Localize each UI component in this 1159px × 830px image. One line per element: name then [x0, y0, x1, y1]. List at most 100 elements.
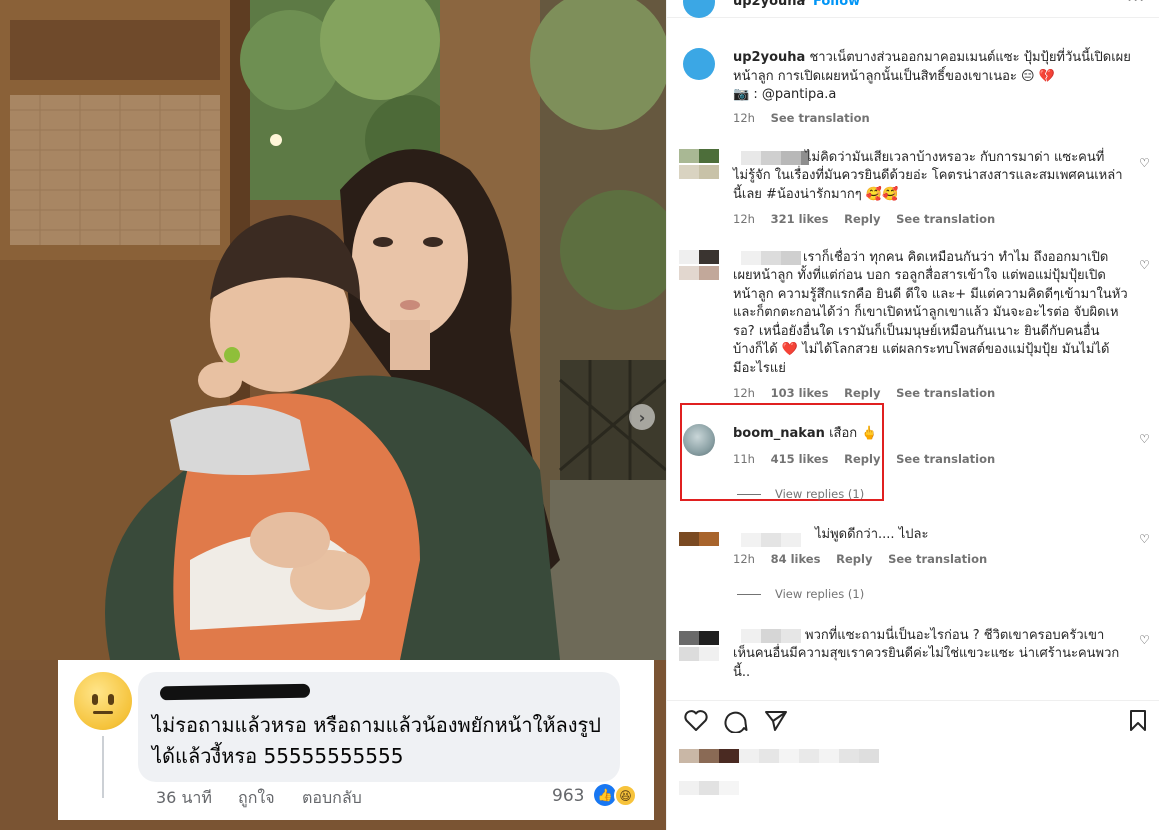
overlay-comment-time: 36 นาที — [156, 788, 212, 807]
overlay-comment-line: ไม่รอถามแล้วหรอ หรือถามแล้วน้องพยักหน้าใ… — [152, 713, 601, 737]
comment-line: มีอะไรแย่ — [733, 360, 786, 376]
see-translation-link[interactable]: See translation — [771, 111, 870, 125]
comment-text: boom_nakan เสือก 🖕 — [733, 425, 1113, 444]
heart-icon[interactable]: ♡ — [1139, 532, 1150, 546]
redacted-username — [741, 629, 801, 643]
caption-meta: 12h See translation — [733, 111, 882, 125]
overlay-comment-card: ไม่รอถามแล้วหรอ หรือถามแล้วน้องพยักหน้าใ… — [58, 660, 654, 820]
see-translation-link[interactable]: See translation — [896, 212, 995, 226]
reply-link[interactable]: Reply — [836, 552, 872, 566]
caption-time: 12h — [733, 111, 755, 125]
comment-icon[interactable] — [723, 709, 749, 733]
see-translation-link[interactable]: See translation — [888, 552, 987, 566]
overlay-reaction-count: 963 — [552, 786, 585, 806]
comment-line: เราก็เชื่อว่า ทุกคน คิดเหมือนกันว่า ทำไม… — [803, 250, 1109, 265]
comment-line: นี้.. — [733, 664, 751, 680]
comment-text: เห็นคนอื่นมีความสุขเราควรยินดีค่ะไม่ใช่แ… — [733, 645, 1143, 682]
commenter-avatar[interactable] — [683, 424, 715, 456]
comment-meta: 12h 321 likes Reply See translation — [733, 212, 1007, 226]
comment-time: 12h — [733, 552, 755, 566]
comment-meta: 12h 84 likes Reply See translation — [733, 552, 999, 566]
comment-line: ไม่รู้จัก ในเรื่องที่มันควรยินดีด้วยอ่ะ … — [733, 168, 1123, 183]
pixelated-avatar — [679, 149, 719, 163]
redacted-timestamp — [679, 781, 739, 795]
comment-line: เห็นคนอื่นมีความสุขเราควรยินดีค่ะไม่ใช่แ… — [733, 646, 1120, 661]
pixelated-avatar — [679, 250, 719, 264]
overlay-like-link[interactable]: ถูกใจ — [238, 786, 275, 811]
view-replies-button[interactable]: View replies (1) — [737, 487, 864, 501]
overlay-reply-link[interactable]: ตอบกลับ — [302, 786, 362, 811]
caption-credit: 📷 : @pantipa.a — [733, 87, 837, 102]
comment-line: เสือก 🖕 — [829, 426, 878, 441]
comment-line: รอ? เหนื่อยังอื่นใด เรามันก็เป็นมนุษย์เห… — [733, 323, 1100, 339]
reply-link[interactable]: Reply — [844, 452, 880, 466]
comment-text: ไม่รู้จัก ในเรื่องที่มันควรยินดีด้วยอ่ะ … — [733, 167, 1143, 204]
commenter-username[interactable]: boom_nakan — [733, 426, 825, 441]
caption-line: ชาวเน็ตบางส่วนออกมาคอมเมนต์แซะ ปุ้มปุ้ยท… — [809, 50, 1131, 65]
comment-line: ไม่พูดดีกว่า.... ไปละ — [815, 527, 929, 542]
comment-time: 11h — [733, 452, 755, 466]
reply-link[interactable]: Reply — [844, 212, 880, 226]
chevron-right-icon: › — [638, 407, 646, 427]
caption-text: up2youha ชาวเน็ตบางส่วนออกมาคอมเมนต์แซะ … — [733, 49, 1143, 105]
heart-icon[interactable]: ♡ — [1139, 156, 1150, 170]
haha-reaction-icon: 😆 — [614, 784, 637, 807]
post-header: up2youha • Follow ··· — [667, 0, 1159, 18]
overlay-comment-line: ได้แล้วงี้หรอ 55555555555 — [152, 744, 404, 768]
caption-username[interactable]: up2youha — [733, 50, 805, 65]
redacted-username — [741, 533, 801, 547]
separator-dot: • — [799, 0, 807, 9]
pixelated-avatar — [679, 165, 719, 179]
comment-line: บ้างก็ได้ ❤️ ไม่ได้โลกสวย แต่ผลกระทบโพสต… — [733, 342, 1110, 357]
view-replies-label: View replies (1) — [775, 487, 865, 501]
comment-text: ไม่คิดว่ามันเสียเวลาบ้างหรอวะ กับการมาด่… — [805, 149, 1145, 168]
comment-time: 12h — [733, 212, 755, 226]
heart-icon[interactable]: ♡ — [1139, 258, 1150, 272]
comment-line: พวกที่แซะถามนี่เป็นอะไรก่อน ? ชีวิตเขาคร… — [805, 628, 1105, 643]
author-avatar[interactable] — [683, 0, 715, 18]
redacted-username — [741, 251, 801, 265]
comment-likes[interactable]: 415 likes — [771, 452, 829, 466]
comment-line: หน้าลูก ความรู้สึกแรกคือ ยินดี ดีใจ และ+… — [733, 286, 1128, 302]
post-photo: › ไม่รอถามแล้วหรอ หรือถามแล้วน้องพยักหน้… — [0, 0, 666, 830]
more-options-icon[interactable]: ··· — [1127, 0, 1145, 9]
comment-meta: 12h 103 likes Reply See translation — [733, 386, 1007, 400]
see-translation-link[interactable]: See translation — [896, 386, 995, 400]
thread-line — [102, 736, 104, 798]
comment-text: ไม่พูดดีกว่า.... ไปละ — [815, 526, 1135, 545]
like-reaction-icon: 👍 — [594, 784, 616, 806]
author-username[interactable]: up2youha — [733, 0, 805, 9]
post-side-panel: up2youha • Follow ··· up2youha ชาวเน็ตบา… — [666, 0, 1159, 830]
pixelated-avatar — [679, 532, 719, 546]
comment-meta: 11h 415 likes Reply See translation — [733, 452, 1007, 466]
neutral-face-emoji-avatar — [74, 672, 132, 730]
comment-text: พวกที่แซะถามนี่เป็นอะไรก่อน ? ชีวิตเขาคร… — [805, 627, 1145, 646]
reply-link[interactable]: Reply — [844, 386, 880, 400]
follow-button[interactable]: Follow — [813, 0, 860, 9]
next-photo-button[interactable]: › — [629, 404, 655, 430]
comment-text: เราก็เชื่อว่า ทุกคน คิดเหมือนกันว่า ทำไม… — [803, 249, 1145, 268]
comment-time: 12h — [733, 386, 755, 400]
comment-bubble: ไม่รอถามแล้วหรอ หรือถามแล้วน้องพยักหน้าใ… — [138, 672, 620, 782]
comment-likes[interactable]: 321 likes — [771, 212, 829, 226]
comment-likes[interactable]: 84 likes — [771, 552, 821, 566]
overlay-comment-text: ไม่รอถามแล้วหรอ หรือถามแล้วน้องพยักหน้าใ… — [152, 710, 612, 772]
heart-icon[interactable]: ♡ — [1139, 633, 1150, 647]
comment-line: เผยหน้าลูก ทั้งที่แต่ก่อน บอก รอลูกสื่อส… — [733, 268, 1106, 283]
redacted-name — [159, 683, 311, 701]
pixelated-avatar — [679, 266, 719, 280]
see-translation-link[interactable]: See translation — [896, 452, 995, 466]
comment-likes[interactable]: 103 likes — [771, 386, 829, 400]
share-icon[interactable] — [763, 709, 789, 733]
heart-icon[interactable]: ♡ — [1139, 432, 1150, 446]
redacted-likes — [679, 749, 879, 763]
caption-avatar[interactable] — [683, 48, 715, 80]
redacted-username — [741, 151, 809, 165]
post-actions — [667, 700, 1159, 830]
view-replies-button[interactable]: View replies (1) — [737, 587, 864, 601]
comment-line: ไม่คิดว่ามันเสียเวลาบ้างหรอวะ กับการมาด่… — [805, 150, 1105, 165]
heart-icon[interactable] — [683, 709, 709, 733]
pixelated-avatar — [679, 647, 719, 661]
bookmark-icon[interactable] — [1127, 709, 1149, 733]
comment-line: นี้เลย #น้องน่ารักมากๆ 🥰🥰 — [733, 186, 899, 202]
